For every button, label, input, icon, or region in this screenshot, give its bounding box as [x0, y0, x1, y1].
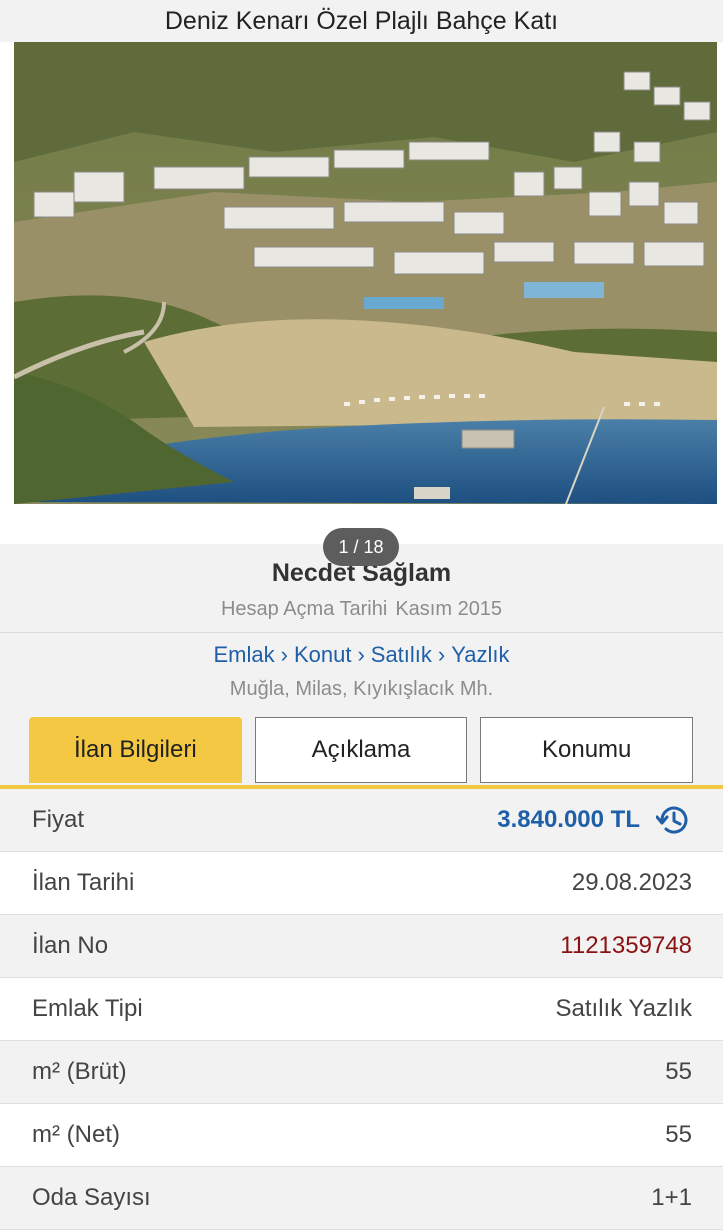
detail-label: İlan No [32, 932, 109, 959]
detail-label: Oda Sayısı [32, 1184, 151, 1211]
detail-label: İlan Tarihi [32, 869, 135, 896]
detail-value: Satılık Yazlık [555, 995, 693, 1022]
listing-title-bar: Deniz Kenarı Özel Plajlı Bahçe Katı [0, 0, 723, 42]
listing-title: Deniz Kenarı Özel Plajlı Bahçe Katı [164, 6, 559, 35]
detail-label: m² (Net) [32, 1121, 120, 1148]
detail-row-gross-area: m² (Brüt) 55 [0, 1041, 723, 1104]
detail-row-price: Fiyat 3.840.000 TL [0, 789, 723, 852]
photo-gallery[interactable]: 1 / 18 [0, 42, 723, 566]
tab-ilan-bilgileri[interactable]: İlan Bilgileri [29, 717, 242, 783]
price-value: 3.840.000 TL [497, 806, 640, 833]
account-since: Hesap Açma Tarihi Kasım 2015 [0, 598, 723, 621]
category-section: Emlak › Konut › Satılık › Yazlık Muğla, Milas,… [0, 633, 723, 717]
breadcrumb-item-satilik[interactable]: Satılık [371, 642, 432, 667]
breadcrumb-separator: › [357, 642, 365, 667]
detail-row-net-area: m² (Net) 55 [0, 1104, 723, 1167]
detail-value: 55 [665, 1058, 692, 1085]
detail-tabs: İlan Bilgileri Açıklama Konumu [0, 717, 723, 789]
detail-row-listing-no: İlan No 1121359748 [0, 915, 723, 978]
detail-value: 1+1 [651, 1184, 692, 1211]
listing-location: Muğla, Milas, Kıyıkışlacık Mh. [229, 678, 494, 700]
account-since-value: Kasım 2015 [395, 598, 503, 620]
detail-label: Fiyat [32, 806, 85, 833]
account-since-label: Hesap Açma Tarihi [220, 598, 388, 620]
breadcrumb-item-konut[interactable]: Konut [294, 642, 352, 667]
listing-no-value: 1121359748 [560, 932, 692, 959]
breadcrumb-item-emlak[interactable]: Emlak [213, 642, 274, 667]
tab-konumu[interactable]: Konumu [480, 717, 694, 783]
breadcrumb-item-yazlik[interactable]: Yazlık [451, 642, 509, 667]
breadcrumb: Emlak › Konut › Satılık › Yazlık [0, 633, 723, 668]
breadcrumb-separator: › [280, 642, 288, 667]
price-history-icon[interactable] [656, 804, 692, 836]
detail-row-room-count: Oda Sayısı 1+1 [0, 1167, 723, 1230]
price-value-group: 3.840.000 TL [497, 804, 692, 836]
tab-aciklama[interactable]: Açıklama [254, 717, 468, 783]
photo-counter: 1 / 18 [323, 528, 399, 566]
detail-row-date: İlan Tarihi 29.08.2023 [0, 852, 723, 915]
detail-label: Emlak Tipi [32, 995, 143, 1022]
detail-value: 29.08.2023 [571, 869, 692, 896]
detail-value: 55 [665, 1121, 692, 1148]
listing-photo[interactable] [14, 42, 717, 504]
breadcrumb-separator: › [437, 642, 446, 667]
detail-table: Fiyat 3.840.000 TL İlan Tarihi 29.08.202… [0, 789, 723, 1230]
detail-label: m² (Brüt) [32, 1058, 127, 1085]
detail-row-property-type: Emlak Tipi Satılık Yazlık [0, 978, 723, 1041]
coastal-resort-photo [14, 42, 717, 504]
